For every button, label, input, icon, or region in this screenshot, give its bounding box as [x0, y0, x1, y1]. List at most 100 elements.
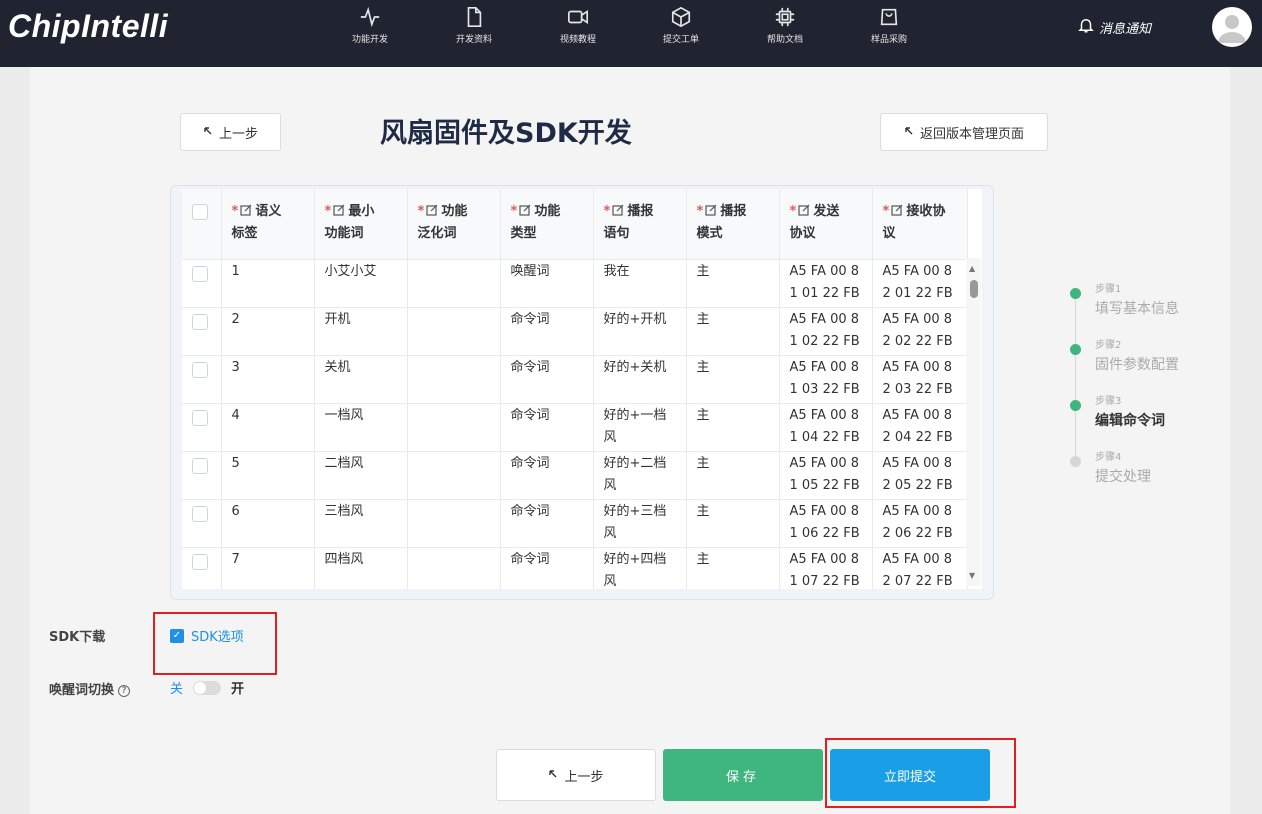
receive-protocol-cell[interactable]: A5 FA 00 82 04 22 FB — [872, 403, 968, 452]
send-protocol-cell[interactable]: A5 FA 00 81 07 22 FB — [779, 547, 873, 589]
table-row[interactable]: 2 开机 命令词 好的+开机主 A5 FA 00 81 02 22 FB A5 FA 00… — [182, 307, 968, 356]
receive-protocol-cell[interactable]: A5 FA 00 82 02 22 FB — [872, 307, 968, 356]
table-scrollbar[interactable]: ▲ ▼ — [966, 258, 981, 586]
scroll-down-icon[interactable]: ▼ — [969, 571, 975, 580]
semantic-tag-cell[interactable]: 2 — [221, 307, 315, 356]
table-row[interactable]: 3 关机 命令词 好的+关机主 A5 FA 00 81 03 22 FB A5 FA 00… — [182, 355, 968, 404]
min-function-word-cell[interactable]: 四档风 — [314, 547, 408, 589]
reply-mode-cell[interactable]: 主 — [686, 547, 780, 589]
semantic-tag-cell[interactable]: 1 — [221, 259, 315, 308]
nav-item-help-docs[interactable]: 帮助文档 — [740, 6, 830, 45]
reply-sentence-cell[interactable]: 好的+开机 — [593, 307, 687, 356]
reply-sentence-cell[interactable]: 好的+四档风 — [593, 547, 687, 589]
footer-prev-button[interactable]: 上一步 — [496, 749, 656, 801]
table-row[interactable]: 1 小艾小艾 唤醒词 我在主 A5 FA 00 81 01 22 FB A5 FA 00 … — [182, 259, 968, 308]
receive-protocol-cell[interactable]: A5 FA 00 82 06 22 FB — [872, 499, 968, 548]
semantic-tag-cell[interactable]: 6 — [221, 499, 315, 548]
notifications-button[interactable]: 消息通知 — [1077, 16, 1151, 38]
generalized-word-cell[interactable] — [407, 547, 501, 589]
reply-mode-cell[interactable]: 主 — [686, 499, 780, 548]
reply-sentence-cell[interactable]: 好的+二档风 — [593, 451, 687, 500]
function-type-cell[interactable]: 命令词 — [500, 355, 594, 404]
select-all-checkbox[interactable] — [192, 204, 208, 220]
reply-sentence-cell[interactable]: 好的+一档风 — [593, 403, 687, 452]
reply-sentence-cell[interactable]: 好的+关机 — [593, 355, 687, 404]
min-function-word-cell[interactable]: 开机 — [314, 307, 408, 356]
nav-item-sample-purchase[interactable]: 样品采购 — [844, 6, 934, 45]
sdk-option-checkbox[interactable]: ✓ SDK选项 — [170, 626, 244, 645]
receive-protocol-cell[interactable]: A5 FA 00 82 07 22 FB — [872, 547, 968, 589]
reply-sentence-cell[interactable]: 我在 — [593, 259, 687, 308]
min-function-word-cell[interactable]: 一档风 — [314, 403, 408, 452]
table-row[interactable]: 4 一档风 命令词 好的+一档风主 A5 FA 00 81 04 22 FB A5 FA … — [182, 403, 968, 452]
table-row[interactable]: 6 三档风 命令词 好的+三档风主 A5 FA 00 81 06 22 FB A5 FA … — [182, 499, 968, 548]
send-protocol-cell[interactable]: A5 FA 00 81 06 22 FB — [779, 499, 873, 548]
column-header[interactable]: * 播报 语句 — [593, 189, 687, 260]
receive-protocol-cell[interactable]: A5 FA 00 82 01 22 FB — [872, 259, 968, 308]
send-protocol-cell[interactable]: A5 FA 00 81 04 22 FB — [779, 403, 873, 452]
reply-mode-cell[interactable]: 主 — [686, 355, 780, 404]
reply-mode-cell[interactable]: 主 — [686, 307, 780, 356]
column-header[interactable]: * 接收协议 — [872, 189, 968, 260]
nav-item-video-tutorials[interactable]: 视频教程 — [533, 6, 623, 45]
row-checkbox[interactable] — [192, 505, 208, 522]
send-protocol-cell[interactable]: A5 FA 00 81 01 22 FB — [779, 259, 873, 308]
function-type-cell[interactable]: 命令词 — [500, 451, 594, 500]
brand-logo[interactable]: ChipIntelli — [8, 8, 168, 45]
table-row[interactable]: 7 四档风 命令词 好的+四档风主 A5 FA 00 81 07 22 FB A5 FA … — [182, 547, 968, 589]
user-avatar[interactable] — [1212, 7, 1252, 47]
semantic-tag-cell[interactable]: 7 — [221, 547, 315, 589]
function-type-cell[interactable]: 命令词 — [500, 403, 594, 452]
column-header[interactable]: * 最小 功能词 — [314, 189, 408, 260]
function-type-cell[interactable]: 命令词 — [500, 499, 594, 548]
column-header[interactable]: * 功能 泛化词 — [407, 189, 501, 260]
save-button[interactable]: 保存 — [663, 749, 823, 801]
column-header[interactable]: * 语义 标签 — [221, 189, 315, 260]
receive-protocol-cell[interactable]: A5 FA 00 82 03 22 FB — [872, 355, 968, 404]
table-row[interactable]: 5 二档风 命令词 好的+二档风主 A5 FA 00 81 05 22 FB A5 FA … — [182, 451, 968, 500]
row-checkbox[interactable] — [192, 553, 208, 570]
row-checkbox[interactable] — [192, 265, 208, 282]
function-type-cell[interactable]: 命令词 — [500, 307, 594, 356]
row-checkbox[interactable] — [192, 409, 208, 426]
function-type-cell[interactable]: 命令词 — [500, 547, 594, 589]
row-checkbox[interactable] — [192, 313, 208, 330]
generalized-word-cell[interactable] — [407, 499, 501, 548]
submit-now-button[interactable]: 立即提交 — [830, 749, 990, 801]
semantic-tag-cell[interactable]: 4 — [221, 403, 315, 452]
generalized-word-cell[interactable] — [407, 307, 501, 356]
scroll-up-icon[interactable]: ▲ — [969, 264, 975, 273]
reply-mode-cell[interactable]: 主 — [686, 403, 780, 452]
column-header[interactable]: * 播报 模式 — [686, 189, 780, 260]
row-checkbox[interactable] — [192, 457, 208, 474]
column-header[interactable]: * 发送 协议 — [779, 189, 873, 260]
back-to-version-button[interactable]: 返回版本管理页面 — [880, 113, 1048, 151]
send-protocol-cell[interactable]: A5 FA 00 81 05 22 FB — [779, 451, 873, 500]
help-icon[interactable]: ? — [118, 685, 131, 697]
generalized-word-cell[interactable] — [407, 451, 501, 500]
reply-mode-cell[interactable]: 主 — [686, 259, 780, 308]
min-function-word-cell[interactable]: 三档风 — [314, 499, 408, 548]
column-header[interactable]: * 功能 类型 — [500, 189, 594, 260]
row-checkbox[interactable] — [192, 361, 208, 378]
nav-item-submit-ticket[interactable]: 提交工单 — [636, 6, 726, 45]
min-function-word-cell[interactable]: 二档风 — [314, 451, 408, 500]
send-protocol-cell[interactable]: A5 FA 00 81 03 22 FB — [779, 355, 873, 404]
semantic-tag-cell[interactable]: 5 — [221, 451, 315, 500]
header-prev-button[interactable]: 上一步 — [180, 113, 281, 151]
generalized-word-cell[interactable] — [407, 355, 501, 404]
scrollbar-thumb[interactable] — [970, 280, 978, 298]
semantic-tag-cell[interactable]: 3 — [221, 355, 315, 404]
min-function-word-cell[interactable]: 关机 — [314, 355, 408, 404]
wake-word-toggle[interactable] — [193, 680, 222, 695]
generalized-word-cell[interactable] — [407, 259, 501, 308]
receive-protocol-cell[interactable]: A5 FA 00 82 05 22 FB — [872, 451, 968, 500]
min-function-word-cell[interactable]: 小艾小艾 — [314, 259, 408, 308]
nav-item-dev-docs[interactable]: 开发资料 — [429, 6, 519, 45]
reply-sentence-cell[interactable]: 好的+三档风 — [593, 499, 687, 548]
function-type-cell[interactable]: 唤醒词 — [500, 259, 594, 308]
send-protocol-cell[interactable]: A5 FA 00 81 02 22 FB — [779, 307, 873, 356]
nav-item-function-dev[interactable]: 功能开发 — [325, 6, 415, 45]
generalized-word-cell[interactable] — [407, 403, 501, 452]
reply-mode-cell[interactable]: 主 — [686, 451, 780, 500]
